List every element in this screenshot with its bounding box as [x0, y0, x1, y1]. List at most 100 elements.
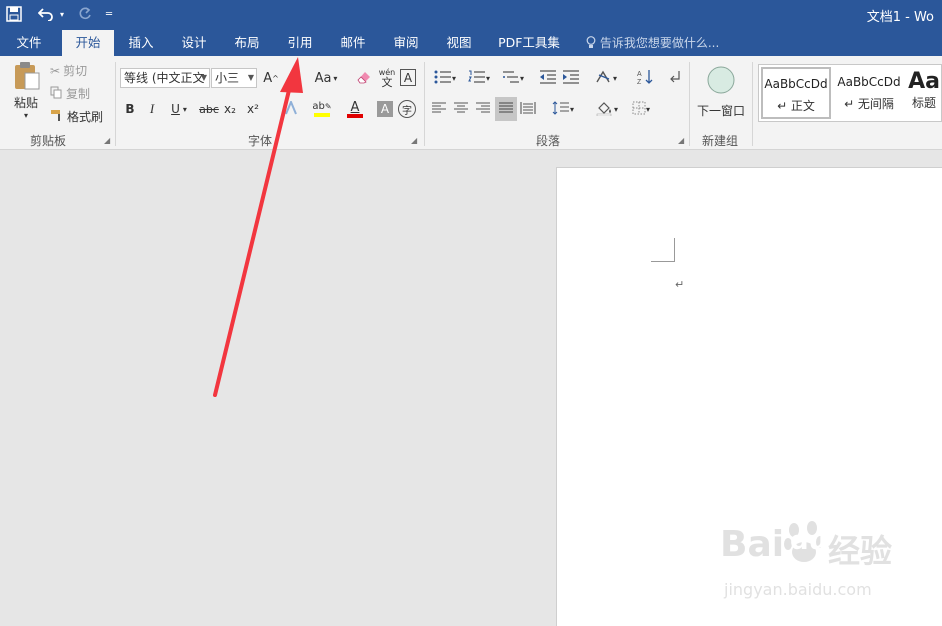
chinese-layout-button[interactable]: ▾	[591, 68, 621, 88]
bullets-button[interactable]: ▾	[430, 68, 460, 88]
watermark-brand: Bai	[720, 524, 785, 565]
undo-icon[interactable]	[38, 3, 54, 25]
font-color-button[interactable]: A	[340, 99, 370, 119]
ribbon-home: 粘贴 ▾ ✂ 剪切 复制 格式刷 剪贴板 ◢ 等线 (中文正文 ▼ 小三 ▼ A…	[0, 56, 942, 150]
font-size-value: 小三	[215, 71, 240, 85]
style-name: 标题	[911, 96, 936, 110]
chevron-down-icon: ▾	[333, 73, 338, 83]
cut-button[interactable]: ✂ 剪切	[50, 62, 87, 79]
chevron-down-icon: ▾	[485, 73, 490, 83]
paint-bucket-icon	[596, 100, 614, 119]
character-border-button[interactable]: A	[400, 69, 416, 86]
tab-mailings[interactable]: 邮件	[328, 30, 378, 56]
tab-insert[interactable]: 插入	[116, 30, 166, 56]
style-heading[interactable]: Aa 标题	[905, 67, 942, 119]
text-effects-button[interactable]	[280, 98, 302, 119]
lightbulb-icon	[586, 36, 600, 50]
font-launcher-icon[interactable]: ◢	[411, 136, 417, 145]
strikethrough-button[interactable]: abc	[198, 99, 220, 119]
superscript-button[interactable]: x²	[244, 99, 262, 119]
customize-qat-icon[interactable]: ═	[106, 3, 112, 25]
line-spacing-button[interactable]: ▾	[548, 99, 578, 119]
font-size-combo[interactable]: 小三 ▼	[211, 68, 257, 88]
font-name-combo[interactable]: 等线 (中文正文 ▼	[120, 68, 210, 88]
style-normal[interactable]: AaBbCcDd ↵ 正文	[761, 67, 831, 119]
grow-font-button[interactable]: A ^	[262, 68, 280, 88]
borders-button[interactable]: ▾	[626, 99, 656, 119]
chinese-layout-icon	[595, 70, 613, 87]
clear-formatting-button[interactable]	[355, 68, 373, 88]
redo-icon[interactable]	[78, 3, 92, 25]
circle-icon	[706, 65, 736, 98]
tab-pdf-tools[interactable]: PDF工具集	[490, 30, 568, 56]
phonetic-bottom: 文	[381, 76, 393, 89]
tab-design[interactable]: 设计	[168, 30, 220, 56]
highlight-color-button[interactable]: ab✎	[306, 99, 338, 119]
sort-button[interactable]: AZ	[634, 68, 656, 88]
tab-file[interactable]: 文件	[0, 30, 58, 56]
phonetic-guide-button[interactable]: wén 文	[377, 65, 397, 91]
format-painter-label: 格式刷	[67, 110, 104, 124]
style-sample: AaBbCcDd	[764, 77, 828, 91]
chevron-down-icon: ▼	[200, 73, 207, 82]
eraser-icon	[356, 69, 372, 88]
character-border-label: A	[403, 70, 413, 85]
ribbon-tabs: 文件 开始 插入 设计 布局 引用 邮件 审阅 视图 PDF工具集 告诉我您想要…	[0, 30, 942, 56]
tab-layout[interactable]: 布局	[222, 30, 272, 56]
new-group-label: 新建组	[702, 134, 739, 148]
highlight-color-swatch	[314, 113, 330, 117]
undo-dropdown-icon[interactable]: ▾	[60, 3, 64, 25]
distributed-button[interactable]	[519, 99, 537, 119]
change-case-button[interactable]: Aa ▾	[312, 68, 340, 88]
clipboard-launcher-icon[interactable]: ◢	[104, 136, 110, 145]
enclose-characters-button[interactable]: 字	[398, 100, 416, 118]
styles-gallery: AaBbCcDd ↵ 正文 AaBbCcDd ↵ 无间隔 Aa 标题	[758, 64, 942, 122]
watermark-url: jingyan.baidu.com	[724, 580, 872, 599]
character-shading-button[interactable]: A	[377, 101, 393, 117]
grow-font-icon: A	[263, 70, 273, 86]
tab-view[interactable]: 视图	[434, 30, 484, 56]
decrease-indent-button[interactable]	[538, 68, 558, 88]
paste-dropdown-icon: ▾	[23, 110, 28, 120]
increase-indent-icon	[562, 69, 580, 87]
style-no-spacing[interactable]: AaBbCcDd ↵ 无间隔	[835, 67, 903, 119]
bold-button[interactable]: B	[122, 99, 138, 119]
align-right-button[interactable]	[474, 99, 492, 119]
watermark-brand-2: du	[790, 526, 828, 556]
save-icon[interactable]	[6, 3, 22, 25]
align-center-button[interactable]	[452, 99, 470, 119]
tab-references[interactable]: 引用	[275, 30, 325, 56]
format-painter-button[interactable]: 格式刷	[50, 108, 103, 125]
tell-me-box[interactable]: 告诉我您想要做什么...	[586, 30, 719, 56]
increase-indent-button[interactable]	[561, 68, 581, 88]
change-case-label: Aa	[314, 70, 332, 86]
svg-text:Z: Z	[637, 79, 642, 85]
clipboard-icon	[11, 61, 41, 94]
tab-review[interactable]: 审阅	[381, 30, 431, 56]
watermark-cn: 经验	[828, 532, 893, 570]
text-effects-icon	[285, 98, 297, 118]
chevron-down-icon: ▾	[613, 104, 618, 114]
return-mark-icon	[669, 70, 681, 87]
tab-home[interactable]: 开始	[62, 30, 114, 56]
show-formatting-marks-button[interactable]	[666, 68, 684, 88]
numbering-button[interactable]: ▾	[464, 68, 494, 88]
style-name: ↵ 正文	[777, 99, 815, 113]
shading-button[interactable]: ▾	[591, 99, 623, 119]
italic-button[interactable]: I	[144, 99, 160, 119]
paragraph-launcher-icon[interactable]: ◢	[678, 136, 684, 145]
justify-button[interactable]	[495, 97, 517, 121]
next-window-label: 下一窗口	[696, 104, 745, 118]
title-bar: ▾ ═ 文档1 - Wo	[0, 0, 942, 30]
align-left-button[interactable]	[430, 99, 448, 119]
copy-icon	[50, 86, 63, 102]
underline-button[interactable]: U ▾	[166, 99, 192, 119]
subscript-button[interactable]: x₂	[222, 99, 238, 119]
style-name: ↵ 无间隔	[844, 97, 894, 111]
next-window-button[interactable]: 下一窗口	[694, 62, 748, 122]
copy-button[interactable]: 复制	[50, 85, 90, 102]
paste-button[interactable]: 粘贴 ▾	[8, 61, 44, 120]
multilevel-list-button[interactable]: ▾	[498, 68, 528, 88]
border-icon	[632, 101, 646, 118]
paintbrush-icon	[50, 109, 64, 125]
